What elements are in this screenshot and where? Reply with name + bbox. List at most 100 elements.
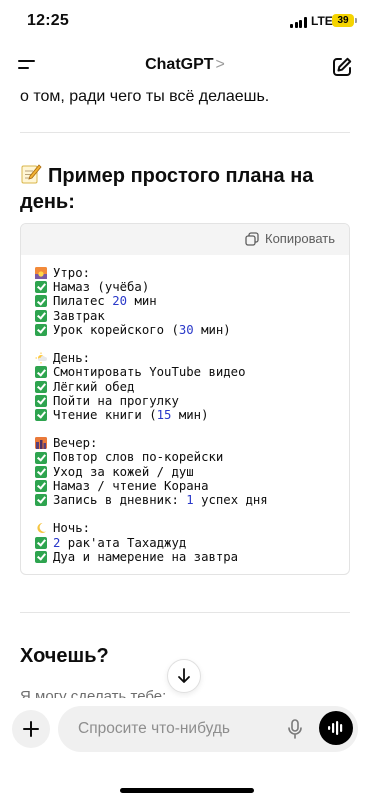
plan-section-header: День: xyxy=(35,351,349,365)
plan-text-suffix: мин xyxy=(127,294,157,309)
voice-mode-button[interactable] xyxy=(319,711,353,745)
battery-tip xyxy=(355,18,357,23)
new-chat-icon[interactable] xyxy=(331,56,353,78)
plan-item: Запись в дневник: 1 успех дня xyxy=(35,493,349,507)
moon-icon xyxy=(35,522,47,534)
plan-item: Дуа и намерение на завтра xyxy=(35,550,349,564)
plan-section-header: Вечер: xyxy=(35,436,349,450)
plan-text: Завтрак xyxy=(53,308,105,323)
plan-text: Ночь: xyxy=(53,521,91,536)
plan-text: Пойти на прогулку xyxy=(53,393,179,408)
check-icon xyxy=(35,550,47,563)
plan-number: 15 xyxy=(156,407,172,422)
copy-label: Копировать xyxy=(265,231,335,246)
plan-number: 20 xyxy=(112,294,128,309)
arrow-down-icon xyxy=(178,668,190,683)
plan-item: Урок корейского (30 мин) xyxy=(35,323,349,337)
plan-section-header: Утро: xyxy=(35,266,349,280)
plan-text: Вечер: xyxy=(53,436,98,451)
plan-item: Лёгкий обед xyxy=(35,380,349,394)
input-pill xyxy=(58,706,358,752)
copy-icon xyxy=(245,231,259,246)
code-body: Утро: Намаз (учёба) Пилатес 20 мин Завтрак У… xyxy=(21,255,349,564)
model-selector[interactable]: ChatGPT > xyxy=(0,56,370,74)
cityscape-icon xyxy=(35,437,47,450)
plan-text: Урок корейского ( xyxy=(53,322,179,337)
check-icon xyxy=(35,295,47,308)
copy-button[interactable]: Копировать xyxy=(245,231,335,246)
scroll-down-button[interactable] xyxy=(167,659,201,693)
plan-text-suffix: успех дня xyxy=(193,493,268,507)
check-icon xyxy=(35,465,47,478)
plan-number: 2 xyxy=(53,535,61,550)
attach-button[interactable] xyxy=(12,710,50,748)
mic-icon[interactable] xyxy=(287,719,303,739)
code-header: Копировать xyxy=(21,224,349,255)
check-icon xyxy=(35,408,47,421)
check-icon xyxy=(35,394,47,407)
plan-text: Лёгкий обед xyxy=(53,379,135,394)
check-icon xyxy=(35,380,47,393)
plan-text: День: xyxy=(53,351,91,366)
signal-icon xyxy=(290,17,308,28)
heading-text: Пример простого плана на день: xyxy=(20,165,314,213)
nav-bar: ChatGPT > xyxy=(0,44,370,88)
plan-number: 1 xyxy=(186,493,194,507)
check-icon xyxy=(35,451,47,464)
nav-title: ChatGPT xyxy=(145,56,214,73)
plan-text: Утро: xyxy=(53,266,91,280)
plan-item: Смонтировать YouTube видео xyxy=(35,365,349,379)
sun-icon xyxy=(35,352,47,364)
message-input[interactable] xyxy=(78,719,268,739)
plan-text-suffix: рак'ата Тахаджуд xyxy=(60,535,187,550)
memo-icon xyxy=(21,164,42,184)
plan-item: Пилатес 20 мин xyxy=(35,294,349,308)
section-heading-2: Хочешь? xyxy=(20,645,109,667)
plan-text-suffix: мин) xyxy=(193,322,231,337)
status-bar: 12:25 LTE 39 xyxy=(0,0,370,44)
check-icon xyxy=(35,309,47,322)
check-icon xyxy=(35,536,47,549)
check-icon xyxy=(35,479,47,492)
plan-text: Намаз / чтение Корана xyxy=(53,478,209,493)
section-heading: Пример простого плана на день: xyxy=(20,163,350,215)
plan-text: Намаз (учёба) xyxy=(53,280,150,295)
plan-text: Повтор слов по-корейски xyxy=(53,450,224,465)
waveform-icon xyxy=(328,721,343,735)
plan-number: 30 xyxy=(178,322,194,337)
code-block: Копировать Утро: Намаз (учёба) Пилатес 20 … xyxy=(20,223,350,575)
plan-item: 2 рак'ата Тахаджуд xyxy=(35,536,349,550)
plan-text: Чтение книги ( xyxy=(53,407,157,422)
plus-icon xyxy=(23,721,39,737)
plan-text: Дуа и намерение на завтра xyxy=(53,549,239,564)
plan-item: Завтрак xyxy=(35,309,349,323)
divider xyxy=(20,132,350,133)
plan-item: Пойти на прогулку xyxy=(35,394,349,408)
sunrise-icon xyxy=(35,267,47,280)
plan-text-suffix: мин) xyxy=(171,407,209,422)
battery-icon: 39 xyxy=(332,14,354,27)
check-icon xyxy=(35,281,47,294)
status-time: 12:25 xyxy=(27,12,69,29)
check-icon xyxy=(35,366,47,379)
chevron-right-icon: > xyxy=(215,56,225,73)
plan-item: Намаз / чтение Корана xyxy=(35,479,349,493)
message-text: о том, ради чего ты всё делаешь. xyxy=(20,88,270,105)
network-type: LTE xyxy=(311,14,333,28)
plan-item: Намаз (учёба) xyxy=(35,280,349,294)
divider xyxy=(20,612,350,613)
plan-text: Смонтировать YouTube видео xyxy=(53,365,246,380)
plan-text: Уход за кожей / душ xyxy=(53,464,194,479)
plan-item: Уход за кожей / душ xyxy=(35,465,349,479)
plan-section-header: Ночь: xyxy=(35,521,349,535)
check-icon xyxy=(35,494,47,507)
check-icon xyxy=(35,323,47,336)
home-indicator xyxy=(120,788,254,793)
plan-item: Чтение книги (15 мин) xyxy=(35,408,349,422)
plan-text: Пилатес xyxy=(53,294,113,309)
plan-text: Запись в дневник: xyxy=(53,493,187,507)
plan-item: Повтор слов по-корейски xyxy=(35,450,349,464)
